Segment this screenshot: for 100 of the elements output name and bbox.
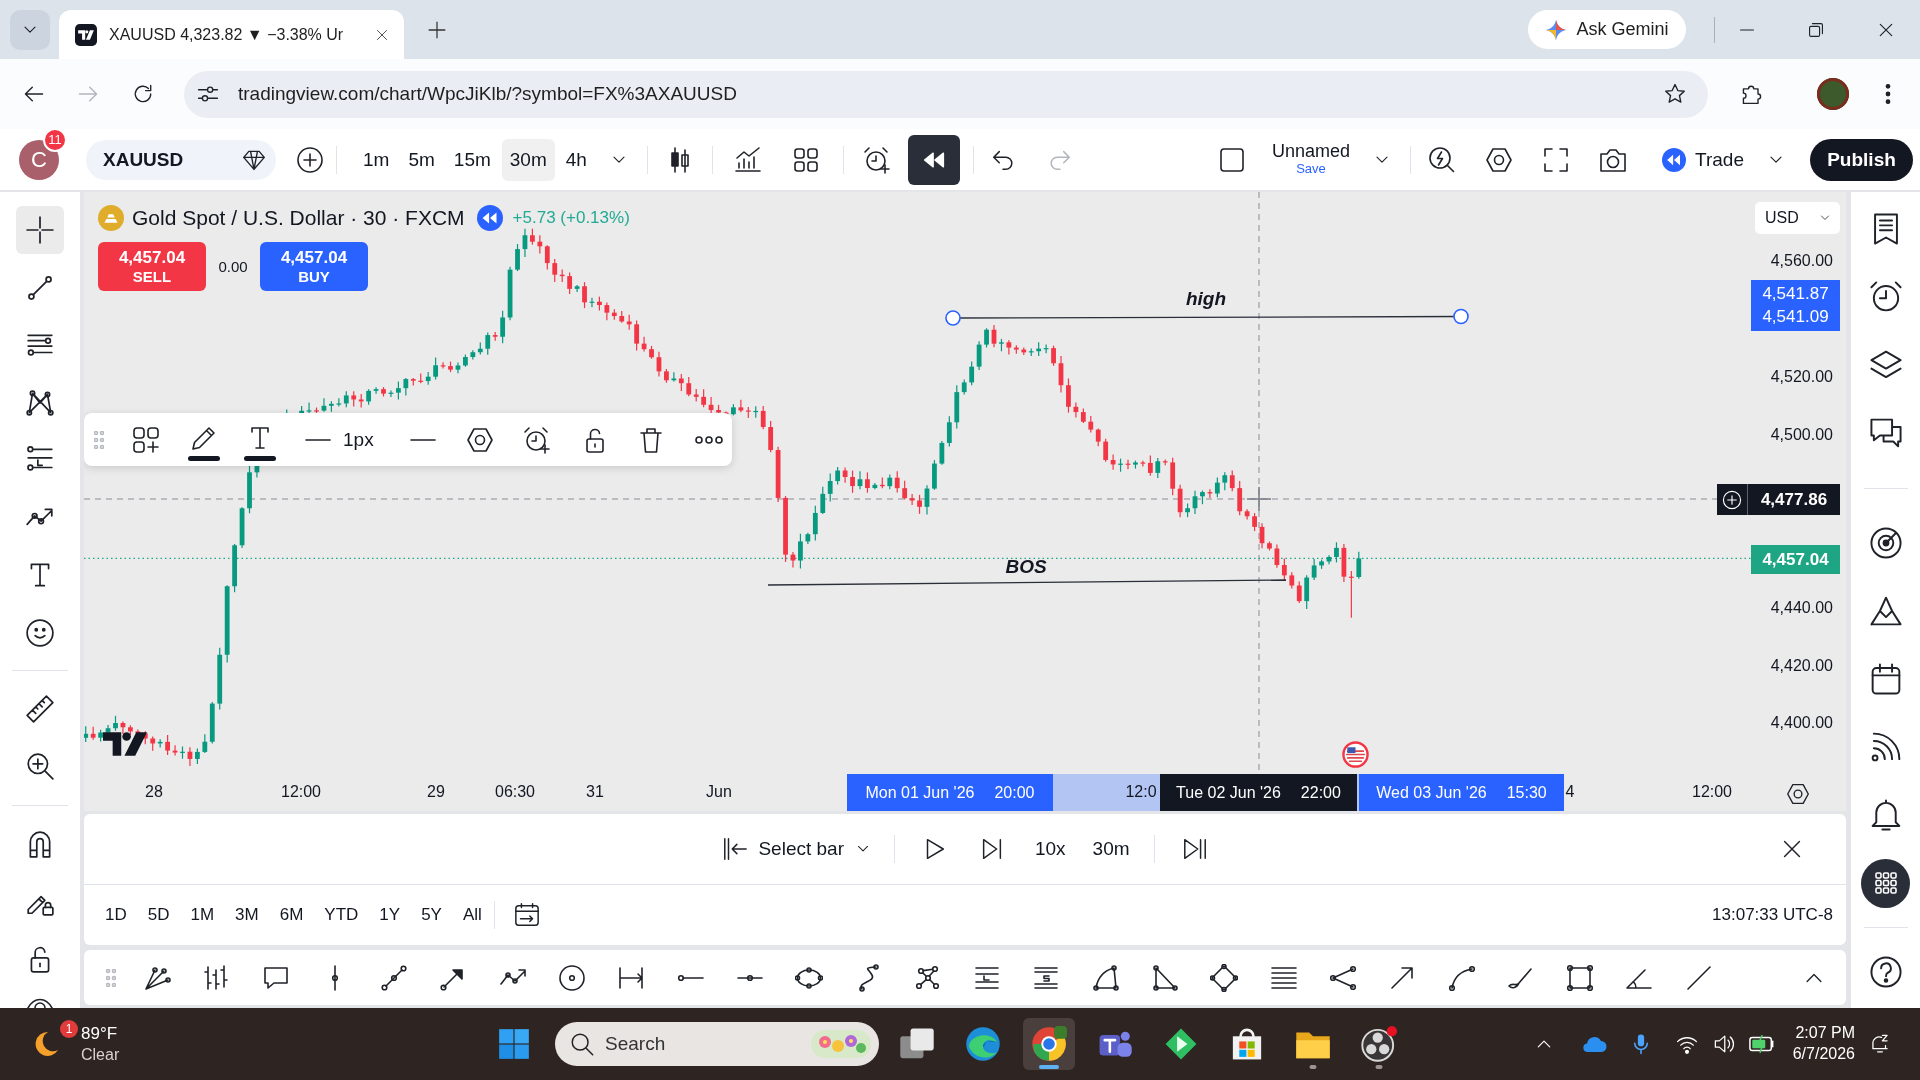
range-tab[interactable]: 5Y: [415, 897, 448, 933]
chat-icon[interactable]: [1868, 416, 1903, 450]
target-icon[interactable]: [1868, 526, 1903, 560]
level-line[interactable]: [767, 579, 1287, 586]
fullscreen-icon[interactable]: [1542, 145, 1570, 174]
crosshair-tool-button[interactable]: [16, 206, 64, 254]
price-tick: 4,400.00: [1770, 714, 1833, 732]
replay-date-marker[interactable]: Mon 01 Jun '26 20:00: [847, 774, 1053, 811]
alarm-clock-icon[interactable]: [862, 145, 891, 174]
grid-icon[interactable]: [791, 145, 820, 174]
taskbar-app-button[interactable]: [1023, 1018, 1075, 1070]
sell-button[interactable]: 4,457.04 SELL: [98, 242, 206, 291]
square-icon[interactable]: [1218, 145, 1246, 174]
time-text: 15:30: [1506, 783, 1547, 802]
replay-date-marker[interactable]: Wed 03 Jun '26 15:30: [1359, 774, 1564, 811]
interval-tab[interactable]: 30m: [501, 138, 555, 181]
drag-handle-icon[interactable]: [106, 968, 116, 987]
color-swatch-icon[interactable]: [188, 456, 220, 461]
star-icon[interactable]: [1663, 82, 1687, 106]
settings-icon[interactable]: [465, 425, 494, 454]
weather-condition-text[interactable]: Clear: [81, 1044, 120, 1065]
price-value: 4,457.04: [1762, 549, 1829, 570]
publish-button[interactable]: Publish: [1810, 138, 1913, 181]
arc-icon[interactable]: [1447, 963, 1476, 992]
time-tick: Jun: [706, 783, 732, 801]
curved-triangle-icon[interactable]: [1091, 963, 1120, 992]
rectangle-icon[interactable]: [1566, 963, 1595, 992]
indicators-icon[interactable]: [733, 145, 762, 174]
color-swatch-icon[interactable]: [244, 456, 276, 461]
four-tiles-icon[interactable]: [498, 1028, 530, 1060]
trade-button[interactable]: Trade: [1655, 139, 1751, 180]
search-input[interactable]: Search: [605, 1033, 801, 1055]
temperature-text[interactable]: 89°F: [81, 1023, 120, 1045]
range-tab[interactable]: 3M: [229, 897, 265, 933]
volume-icon[interactable]: [1712, 1033, 1735, 1055]
line-style-icon[interactable]: [409, 437, 436, 442]
drag-handle-icon[interactable]: [94, 430, 104, 449]
interval-tab[interactable]: 5m: [400, 138, 443, 181]
apps-button[interactable]: [1861, 858, 1910, 908]
quick-search-icon[interactable]: [1428, 145, 1456, 174]
price-value: 4,477.86: [1760, 489, 1828, 510]
replay-button[interactable]: [907, 134, 960, 185]
event-flag-icon[interactable]: [1342, 741, 1369, 768]
replay-mode-icon[interactable]: [476, 205, 503, 231]
pencil-icon[interactable]: [190, 424, 218, 452]
speed-button[interactable]: 10x: [1032, 829, 1068, 869]
time-tick: 28: [145, 783, 163, 801]
interval-tab[interactable]: 15m: [445, 138, 499, 181]
price-tick: 4,520.00: [1770, 367, 1833, 386]
mountain-icon[interactable]: [1868, 594, 1903, 628]
range-tab[interactable]: YTD: [318, 897, 365, 933]
buy-button[interactable]: 4,457.04 BUY: [260, 242, 368, 291]
swirl-app-icon: [965, 1026, 1001, 1062]
axis-settings-icon[interactable]: [1786, 782, 1810, 806]
clock-time[interactable]: 2:07 PM: [1795, 1023, 1855, 1044]
alarm-clock-icon[interactable]: [522, 425, 551, 454]
clock-date[interactable]: 6/7/2026: [1792, 1044, 1855, 1065]
price-tick: 4,500.00: [1770, 426, 1833, 444]
address-field[interactable]: tradingview.com/chart/WpcJiKlb/?symbol=FX%3AXAUUSD: [184, 70, 1708, 118]
triangle-icon[interactable]: [1151, 963, 1180, 992]
time-tick: 31: [586, 783, 604, 801]
profile-avatar[interactable]: [1817, 78, 1849, 110]
jump-to-end-icon[interactable]: [1181, 836, 1208, 862]
help-icon[interactable]: [1868, 954, 1903, 989]
range-tab[interactable]: 6M: [273, 897, 310, 933]
line-icon[interactable]: [1684, 963, 1713, 992]
timezone-clock[interactable]: 13:07:33 UTC-8: [1712, 905, 1833, 925]
alarm-clock-icon[interactable]: [1868, 280, 1903, 314]
line-label: high: [1185, 288, 1227, 309]
range-tab[interactable]: All: [456, 897, 488, 933]
line-weight-icon[interactable]: [305, 437, 331, 442]
plus-circle-icon[interactable]: [296, 145, 324, 174]
replay-date-marker[interactable]: Tue 02 Jun '26 22:00: [1160, 774, 1357, 811]
time-tick: 12:00: [281, 783, 321, 801]
interval-tab[interactable]: 1m: [355, 138, 398, 181]
crosshair-icon: [25, 215, 55, 245]
layout-name-button[interactable]: Unnamed Save: [1262, 142, 1360, 177]
circle-icon[interactable]: [558, 963, 587, 992]
calendar-icon[interactable]: [513, 902, 540, 928]
symbol-search-field[interactable]: XAUUSD: [86, 139, 276, 180]
templates-icon[interactable]: [132, 425, 160, 454]
ask-gemini-button[interactable]: Ask Gemini: [1528, 10, 1686, 49]
interval-tab[interactable]: 4h: [557, 138, 595, 181]
interval-button[interactable]: 30m: [1090, 829, 1132, 869]
search-bar[interactable]: Search: [555, 1022, 879, 1066]
network-icon[interactable]: [913, 963, 942, 992]
notification-bell-icon[interactable]: [1869, 1033, 1891, 1055]
fork-icon[interactable]: [1328, 963, 1357, 992]
settings-icon[interactable]: [1485, 145, 1513, 174]
range-tab[interactable]: 1M: [184, 897, 221, 933]
level-line[interactable]: [945, 308, 1469, 326]
line-width-value[interactable]: 1px: [343, 428, 374, 451]
browser-tab[interactable]: XAUUSD 4,323.82 ▼ −3.38% Ur: [59, 10, 404, 59]
range-tab[interactable]: 1D: [99, 897, 133, 933]
currency-dropdown[interactable]: USD: [1755, 202, 1840, 234]
range-tab[interactable]: 1Y: [373, 897, 407, 933]
segment-icon[interactable]: [380, 963, 409, 992]
bars-icon[interactable]: [202, 963, 231, 992]
select-bar-button[interactable]: Select bar: [722, 828, 872, 870]
range-tab[interactable]: 5D: [141, 897, 176, 933]
